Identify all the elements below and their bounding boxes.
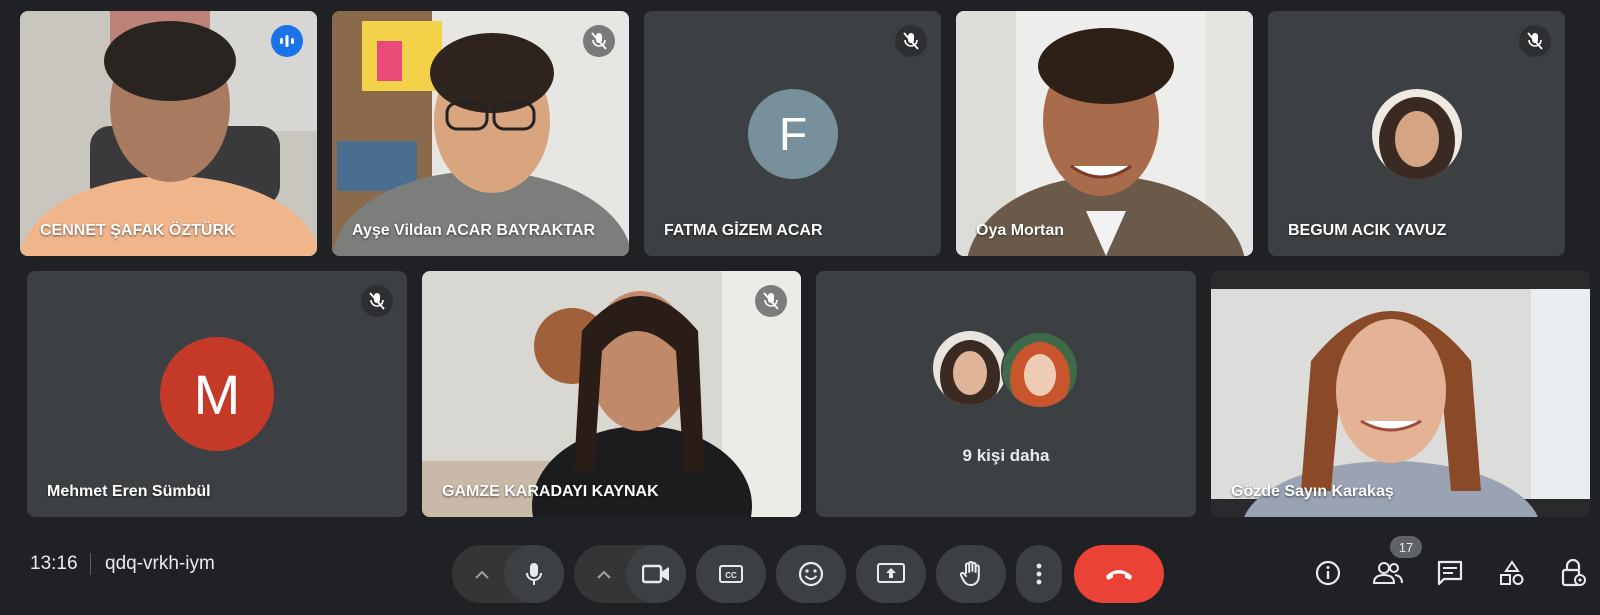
chevron-up-icon[interactable] — [584, 545, 624, 603]
chevron-up-icon[interactable] — [462, 545, 502, 603]
raise-hand-button[interactable] — [936, 545, 1006, 603]
people-button[interactable] — [1370, 555, 1406, 591]
avatar-letter: F — [778, 108, 808, 160]
mic-off-icon — [755, 285, 787, 317]
avatar: F — [748, 89, 838, 179]
chat-icon — [1437, 560, 1463, 586]
participant-tile-oya[interactable]: Oya Mortan — [956, 11, 1253, 256]
participant-tile-ayse[interactable]: Ayşe Vildan ACAR BAYRAKTAR — [332, 11, 629, 256]
avatar — [933, 331, 1007, 405]
chat-button[interactable] — [1432, 555, 1468, 591]
participant-name: GAMZE KARADAYI KAYNAK — [442, 483, 659, 500]
people-icon — [1373, 562, 1403, 584]
participant-tile-mehmet[interactable]: M Mehmet Eren Sümbül — [27, 271, 407, 517]
mic-off-icon — [361, 285, 393, 317]
avatar-photo — [1372, 89, 1462, 179]
participant-name: Mehmet Eren Sümbül — [47, 483, 211, 500]
meeting-details-button[interactable] — [1310, 555, 1346, 591]
divider — [90, 553, 91, 575]
participant-name: BEGUM ACIK YAVUZ — [1288, 222, 1447, 239]
video-feed — [1211, 271, 1590, 517]
present-button[interactable] — [856, 545, 926, 603]
host-controls-icon — [1561, 559, 1586, 587]
video-feed — [422, 271, 801, 517]
participant-name: Ayşe Vildan ACAR BAYRAKTAR — [352, 222, 596, 239]
emoji-icon — [798, 561, 824, 587]
leave-call-button[interactable] — [1074, 545, 1164, 603]
more-options-icon — [1036, 563, 1042, 585]
svg-text:CC: CC — [725, 571, 737, 580]
participant-tile-cennet[interactable]: CENNET ŞAFAK ÖZTÜRK — [20, 11, 317, 256]
avatar-letter: M — [193, 362, 241, 426]
host-controls-button[interactable] — [1555, 555, 1591, 591]
meeting-time: 13:16 — [30, 553, 78, 574]
mic-off-icon — [1519, 25, 1551, 57]
avatar — [1001, 331, 1079, 409]
participant-tile-gozde[interactable]: Gözde Sayın Karakaş — [1211, 271, 1590, 517]
reactions-button[interactable] — [776, 545, 846, 603]
mic-off-icon — [583, 25, 615, 57]
participant-tile-fatma[interactable]: F FATMA GİZEM ACAR — [644, 11, 941, 256]
avatar-photo — [1003, 333, 1077, 407]
more-options-button[interactable] — [1016, 545, 1062, 603]
microphone-button[interactable] — [504, 545, 564, 603]
speaking-indicator-icon — [271, 25, 303, 57]
present-screen-icon — [877, 563, 905, 583]
mic-off-icon — [895, 25, 927, 57]
raise-hand-icon — [960, 561, 980, 586]
info-icon — [1315, 560, 1341, 586]
activities-button[interactable] — [1494, 555, 1530, 591]
meeting-code: qdq-vrkh-iym — [105, 553, 215, 574]
participant-name: Gözde Sayın Karakaş — [1231, 483, 1394, 500]
captions-icon: CC — [719, 565, 743, 583]
camera-button[interactable] — [626, 545, 686, 603]
avatar — [1372, 89, 1462, 179]
avatar-photo — [933, 331, 1007, 405]
participant-name: Oya Mortan — [976, 222, 1065, 239]
participant-name: FATMA GİZEM ACAR — [664, 222, 823, 239]
avatar: M — [160, 337, 274, 451]
participant-name: CENNET ŞAFAK ÖZTÜRK — [40, 222, 236, 239]
video-feed — [956, 11, 1253, 256]
participant-tile-begum[interactable]: BEGUM ACIK YAVUZ — [1268, 11, 1565, 256]
others-count-label: 9 kişi daha — [962, 446, 1050, 465]
activities-icon — [1500, 560, 1524, 585]
others-tile[interactable]: 9 kişi daha — [816, 271, 1196, 517]
microphone-icon — [526, 563, 542, 585]
participant-tile-gamze[interactable]: GAMZE KARADAYI KAYNAK — [422, 271, 801, 517]
camera-icon — [642, 564, 669, 584]
hang-up-icon — [1106, 570, 1132, 580]
captions-button[interactable]: CC — [696, 545, 766, 603]
